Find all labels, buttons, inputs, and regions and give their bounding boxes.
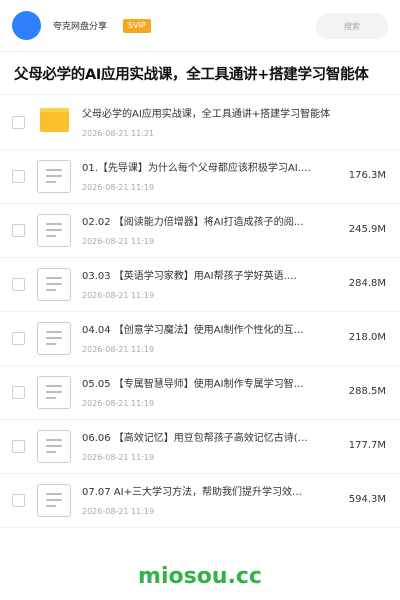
item-size: 245.9M: [348, 224, 386, 235]
item-checkbox[interactable]: [12, 494, 25, 507]
item-name[interactable]: 04.04 【创意学习魔法】使用AI制作个性化的互…: [82, 324, 332, 338]
item-name[interactable]: 05.05 【专属智慧导师】使用AI制作专属学习智…: [82, 378, 332, 392]
folder-icon: [40, 108, 69, 132]
document-icon: [37, 484, 71, 517]
list-item[interactable]: 04.04 【创意学习魔法】使用AI制作个性化的互… 2026-08-21 11…: [0, 312, 400, 366]
item-date: 2026-08-21 11:19: [82, 291, 155, 300]
avatar[interactable]: [12, 11, 41, 40]
document-icon: [37, 430, 71, 463]
item-size: 594.3M: [348, 494, 386, 505]
item-date: 2026-08-21 11:19: [82, 507, 155, 516]
item-size: 176.3M: [348, 170, 386, 181]
item-size: 218.0M: [348, 332, 386, 343]
item-name[interactable]: 03.03 【英语学习家教】用AI帮孩子学好英语.…: [82, 270, 332, 284]
list-item[interactable]: 05.05 【专属智慧导师】使用AI制作专属学习智… 2026-08-21 11…: [0, 366, 400, 420]
item-size: 177.7M: [348, 440, 386, 451]
item-checkbox[interactable]: [12, 440, 25, 453]
item-date: 2026-08-21 11:19: [82, 345, 155, 354]
document-icon: [37, 160, 71, 193]
list-item[interactable]: 01.【先导课】为什么每个父母都应该积极学习AI.… 2026-08-21 11…: [0, 150, 400, 204]
document-icon: [37, 322, 71, 355]
search-box[interactable]: [316, 13, 388, 39]
list-item[interactable]: 06.06 【高效记忆】用豆包帮孩子高效记忆古诗(… 2026-08-21 11…: [0, 420, 400, 474]
item-checkbox[interactable]: [12, 278, 25, 291]
item-date: 2026-08-21 11:19: [82, 453, 155, 462]
folder-title: 父母必学的AI应用实战课，全工具通讲+搭建学习智能体: [14, 67, 369, 83]
item-date: 2026-08-21 11:21: [82, 129, 155, 138]
search-input[interactable]: [322, 21, 382, 31]
title-divider: [0, 94, 400, 95]
item-checkbox[interactable]: [12, 116, 25, 129]
item-date: 2026-08-21 11:19: [82, 399, 155, 408]
item-date: 2026-08-21 11:19: [82, 183, 155, 192]
item-checkbox[interactable]: [12, 170, 25, 183]
item-size: 284.8M: [348, 278, 386, 289]
item-name[interactable]: 07.07 AI+三大学习方法，帮助我们提升学习效…: [82, 486, 332, 500]
list-item[interactable]: 父母必学的AI应用实战课，全工具通讲+搭建学习智能体 2026-08-21 11…: [0, 96, 400, 150]
item-date: 2026-08-21 11:19: [82, 237, 155, 246]
item-name[interactable]: 02.02 【阅读能力倍增器】将AI打造成孩子的阅…: [82, 216, 332, 230]
document-icon: [37, 376, 71, 409]
app-name: 夸克网盘分享: [53, 22, 108, 32]
svip-badge: SVIP: [123, 18, 151, 33]
list-item[interactable]: 03.03 【英语学习家教】用AI帮孩子学好英语.… 2026-08-21 11…: [0, 258, 400, 312]
list-item[interactable]: 02.02 【阅读能力倍增器】将AI打造成孩子的阅… 2026-08-21 11…: [0, 204, 400, 258]
item-name[interactable]: 06.06 【高效记忆】用豆包帮孩子高效记忆古诗(…: [82, 432, 332, 446]
watermark-brand: miosou.cc: [138, 564, 262, 589]
file-list: 父母必学的AI应用实战课，全工具通讲+搭建学习智能体 2026-08-21 11…: [0, 96, 400, 528]
item-checkbox[interactable]: [12, 386, 25, 399]
item-checkbox[interactable]: [12, 224, 25, 237]
item-name[interactable]: 父母必学的AI应用实战课，全工具通讲+搭建学习智能体: [82, 108, 382, 122]
item-name[interactable]: 01.【先导课】为什么每个父母都应该积极学习AI.…: [82, 162, 332, 176]
document-icon: [37, 214, 71, 247]
item-checkbox[interactable]: [12, 332, 25, 345]
list-item[interactable]: 07.07 AI+三大学习方法，帮助我们提升学习效… 2026-08-21 11…: [0, 474, 400, 528]
item-size: 288.5M: [348, 386, 386, 397]
share-header: 夸克网盘分享 SVIP: [0, 0, 400, 52]
document-icon: [37, 268, 71, 301]
